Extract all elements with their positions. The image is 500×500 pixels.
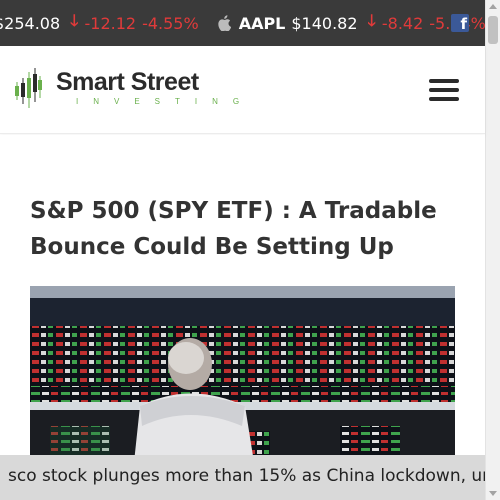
stock-ticker: $254.08 🡓 -12.12 -4.55% AAPL $140.82 🡓 -… [0, 0, 485, 46]
news-marquee-text: sco stock plunges more than 15% as China… [8, 466, 485, 486]
logo-title: Smart Street [56, 68, 199, 96]
main-content: S&P 500 (SPY ETF) : A Tradable Bounce Co… [0, 135, 485, 500]
ticker-symbol: AAPL [238, 13, 286, 33]
ticker-item-aapl[interactable]: AAPL $140.82 🡓 -8.42 -5.64% [217, 10, 485, 37]
ticker-track: $254.08 🡓 -12.12 -4.55% AAPL $140.82 🡓 -… [0, 0, 485, 46]
news-marquee[interactable]: sco stock plunges more than 15% as China… [0, 455, 485, 500]
ticker-price: $254.08 [0, 13, 61, 33]
ticker-change: -12.12 [84, 13, 137, 33]
logo-subtitle: INVESTING [76, 97, 255, 106]
down-arrow-icon: 🡓 [367, 10, 376, 30]
down-arrow-icon: 🡓 [70, 10, 79, 30]
ticker-price: $140.82 [291, 13, 358, 33]
apple-icon [218, 15, 231, 31]
ticker-percent: -4.55% [142, 13, 199, 33]
site-header: Smart Street INVESTING [0, 46, 485, 134]
scroll-up-arrow-icon[interactable] [489, 4, 497, 9]
page-scrollbar[interactable] [485, 0, 500, 500]
site-logo[interactable]: Smart Street INVESTING [14, 68, 254, 110]
ticker-change: -8.42 [381, 13, 424, 33]
article-title[interactable]: S&P 500 (SPY ETF) : A Tradable Bounce Co… [30, 193, 450, 265]
facebook-icon[interactable]: f [451, 14, 469, 32]
scroll-thumb[interactable] [488, 16, 498, 44]
scroll-down-arrow-icon[interactable] [489, 491, 497, 496]
hamburger-menu-icon[interactable] [429, 79, 459, 101]
candlestick-logo-icon [15, 68, 42, 108]
ticker-item-1[interactable]: $254.08 🡓 -12.12 -4.55% [0, 10, 199, 37]
